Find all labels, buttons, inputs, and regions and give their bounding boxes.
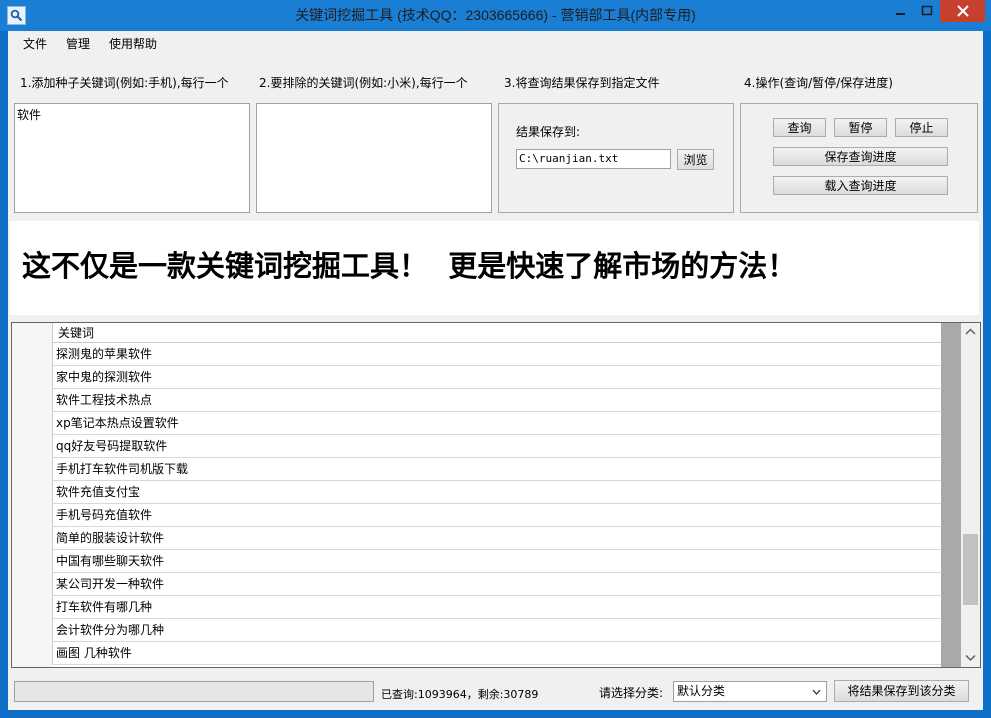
table-row[interactable]: 中国有哪些聊天软件 bbox=[52, 550, 941, 573]
chevron-down-icon bbox=[812, 689, 821, 695]
step2-label: 2.要排除的关键词(例如:小米),每行一个 bbox=[259, 76, 468, 90]
client-area: 文件 管理 使用帮助 1.添加种子关键词(例如:手机),每行一个 2.要排除的关… bbox=[8, 31, 983, 710]
query-progress-text: 已查询:1093964，剩余:30789 bbox=[381, 688, 539, 701]
window-title: 关键词挖掘工具 (技术QQ：2303665666) - 营销部工具(内部专用) bbox=[295, 7, 696, 23]
slogan-banner: 这不仅是一款关键词挖掘工具！ 更是快速了解市场的方法！ bbox=[10, 221, 979, 315]
close-icon bbox=[956, 5, 969, 17]
table-row[interactable]: 会计软件分为哪几种 bbox=[52, 619, 941, 642]
exclude-keywords-textarea[interactable] bbox=[256, 103, 492, 213]
table-row[interactable]: 软件工程技术热点 bbox=[52, 389, 941, 412]
title-bar: 关键词挖掘工具 (技术QQ：2303665666) - 营销部工具(内部专用) bbox=[0, 0, 991, 31]
browse-button[interactable]: 浏览 bbox=[677, 149, 714, 170]
status-field bbox=[14, 681, 374, 702]
results-grid-body: 关键词 探测鬼的苹果软件 家中鬼的探测软件 软件工程技术热点 xp笔记本热点设置软件 q… bbox=[12, 323, 942, 667]
table-row[interactable]: 软件充值支付宝 bbox=[52, 481, 941, 504]
minimize-button[interactable] bbox=[888, 0, 914, 22]
table-row[interactable]: 家中鬼的探测软件 bbox=[52, 366, 941, 389]
table-row[interactable]: 手机打车软件司机版下载 bbox=[52, 458, 941, 481]
maximize-icon bbox=[921, 5, 933, 16]
actions-panel: 查询 暂停 停止 保存查询进度 载入查询进度 bbox=[740, 103, 978, 213]
row-header-column bbox=[12, 323, 52, 667]
menu-manage[interactable]: 管理 bbox=[66, 35, 90, 52]
step1-label: 1.添加种子关键词(例如:手机),每行一个 bbox=[20, 76, 229, 90]
category-label: 请选择分类: bbox=[599, 686, 664, 700]
menu-help[interactable]: 使用帮助 bbox=[109, 35, 157, 52]
minimize-icon bbox=[896, 13, 905, 15]
menu-file[interactable]: 文件 bbox=[23, 35, 47, 52]
table-row[interactable]: 简单的服装设计软件 bbox=[52, 527, 941, 550]
grid-empty-area bbox=[941, 323, 961, 667]
save-path-input[interactable]: C:\ruanjian.txt bbox=[516, 149, 671, 169]
slogan-text: 这不仅是一款关键词挖掘工具！ 更是快速了解市场的方法！ bbox=[22, 249, 797, 283]
scroll-thumb[interactable] bbox=[963, 534, 978, 605]
scroll-down-icon[interactable] bbox=[965, 654, 976, 662]
table-row[interactable]: 画图 几种软件 bbox=[52, 642, 941, 665]
seed-keywords-text: 软件 bbox=[17, 108, 42, 122]
stop-button[interactable]: 停止 bbox=[895, 118, 948, 137]
category-select[interactable]: 默认分类 bbox=[673, 681, 827, 702]
table-row[interactable]: 探测鬼的苹果软件 bbox=[52, 343, 941, 366]
menu-bar: 文件 管理 使用帮助 bbox=[8, 31, 983, 53]
scroll-up-icon[interactable] bbox=[965, 328, 976, 336]
save-path-label: 结果保存到: bbox=[516, 125, 581, 139]
query-button[interactable]: 查询 bbox=[773, 118, 826, 137]
table-row[interactable]: 某公司开发一种软件 bbox=[52, 573, 941, 596]
seed-keywords-textarea[interactable]: 软件 bbox=[14, 103, 250, 213]
table-row[interactable]: xp笔记本热点设置软件 bbox=[52, 412, 941, 435]
step4-label: 4.操作(查询/暂停/保存进度) bbox=[744, 76, 893, 90]
save-progress-button[interactable]: 保存查询进度 bbox=[773, 147, 948, 166]
load-progress-button[interactable]: 载入查询进度 bbox=[773, 176, 948, 195]
table-row[interactable]: 手机号码充值软件 bbox=[52, 504, 941, 527]
save-to-category-button[interactable]: 将结果保存到该分类 bbox=[834, 680, 969, 702]
pause-button[interactable]: 暂停 bbox=[834, 118, 887, 137]
results-grid[interactable]: 关键词 探测鬼的苹果软件 家中鬼的探测软件 软件工程技术热点 xp笔记本热点设置软件 q… bbox=[11, 322, 981, 668]
table-row[interactable]: qq好友号码提取软件 bbox=[52, 435, 941, 458]
category-select-value: 默认分类 bbox=[677, 684, 726, 698]
maximize-button[interactable] bbox=[914, 0, 940, 22]
table-row[interactable]: 打车软件有哪几种 bbox=[52, 596, 941, 619]
column-header-keyword[interactable]: 关键词 bbox=[52, 323, 941, 343]
step3-label: 3.将查询结果保存到指定文件 bbox=[504, 76, 660, 90]
vertical-scrollbar[interactable] bbox=[961, 323, 980, 667]
close-button[interactable] bbox=[940, 0, 985, 22]
exclude-keywords-text bbox=[257, 104, 491, 108]
save-path-panel: 结果保存到: C:\ruanjian.txt 浏览 bbox=[498, 103, 734, 213]
